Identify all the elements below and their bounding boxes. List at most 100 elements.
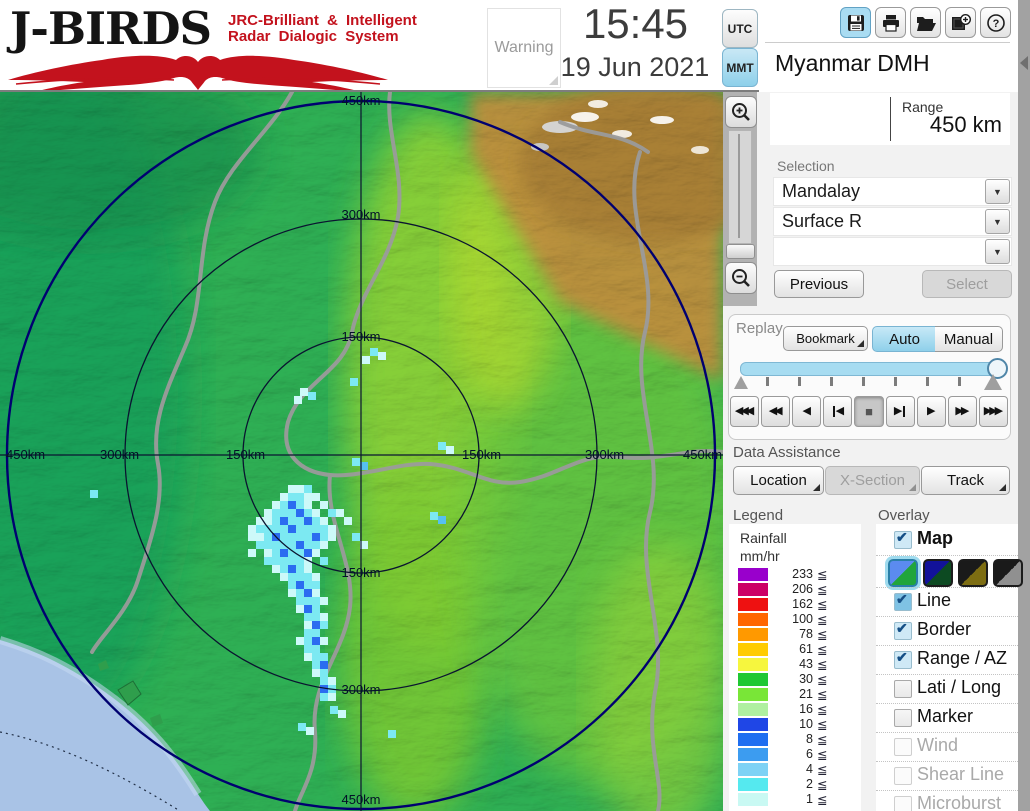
print-icon bbox=[882, 14, 899, 32]
print-button[interactable] bbox=[875, 7, 906, 38]
map-checkbox[interactable] bbox=[894, 529, 912, 549]
slider-tick bbox=[830, 377, 833, 386]
timezone-utc-button[interactable]: UTC bbox=[722, 9, 758, 48]
range-value: 450 km bbox=[929, 112, 1002, 137]
legend-swatch bbox=[738, 688, 768, 701]
svg-text:450km: 450km bbox=[6, 447, 45, 462]
legend-panel: Rainfall mm/hr 233 ≦ 206 ≦ 162 ≦ 100 ≦ 78 ≦ 6… bbox=[729, 524, 861, 811]
select-button[interactable]: Select bbox=[922, 270, 1012, 298]
svg-text:300km: 300km bbox=[341, 207, 380, 222]
previous-label: Previous bbox=[789, 275, 849, 293]
svg-text:450km: 450km bbox=[341, 93, 380, 108]
open-folder-icon bbox=[916, 16, 936, 31]
radar-map[interactable]: 450km 300km 150km 450km 300km 150km 150k… bbox=[0, 52, 780, 811]
map-style-swatch-2[interactable] bbox=[923, 559, 953, 587]
fastest-forward-button[interactable]: ▶▶▶ bbox=[978, 396, 1008, 427]
microburst-checkbox[interactable] bbox=[894, 796, 912, 811]
overlay-row-border: Border bbox=[876, 616, 1018, 646]
step-back-icon bbox=[832, 406, 835, 417]
app-logo-subtitle: JRC-Brilliant & Intelligent Radar Dialog… bbox=[228, 13, 417, 45]
legend-row: 100 ≦ bbox=[729, 612, 861, 627]
svg-text:150km: 150km bbox=[341, 329, 380, 344]
legend-swatch bbox=[738, 643, 768, 656]
map-style-swatch-3[interactable] bbox=[958, 559, 988, 587]
xsection-button[interactable]: X-Section bbox=[825, 466, 920, 495]
fast-forward-icon: ▶▶ bbox=[955, 405, 969, 417]
overlay-row-line: Line bbox=[876, 587, 1018, 617]
previous-button[interactable]: Previous bbox=[774, 270, 864, 298]
stop-button[interactable]: ■ bbox=[854, 396, 884, 427]
app-logo-title: J-BIRDS bbox=[10, 2, 212, 55]
play-reverse-button[interactable]: ◀ bbox=[792, 396, 822, 427]
radar-map-canvas[interactable]: 450km 300km 150km 450km 300km 150km 150k… bbox=[0, 52, 780, 811]
overlay-row-marker: Marker bbox=[876, 703, 1018, 733]
legend-row: 78 ≦ bbox=[729, 627, 861, 642]
track-button[interactable]: Track bbox=[921, 466, 1010, 495]
replay-slider-track[interactable] bbox=[740, 362, 998, 376]
slider-tick bbox=[958, 377, 961, 386]
playback-controls: ◀◀◀ ◀◀ ◀ ◀ ■ ▶ ▶ ▶▶ ▶▶▶ bbox=[729, 396, 1009, 427]
option-dropdown[interactable]: ▼ bbox=[773, 237, 1012, 266]
range-az-label: Range / AZ bbox=[917, 648, 1008, 668]
border-label: Border bbox=[917, 619, 972, 639]
zoom-slider-track[interactable] bbox=[728, 130, 752, 244]
clock-time: 15:45 bbox=[582, 0, 689, 47]
timezone-mmt-button[interactable]: MMT bbox=[722, 48, 758, 87]
legend-swatch bbox=[738, 628, 768, 641]
product-dropdown-value: Surface R bbox=[782, 211, 863, 231]
play-button[interactable]: ▶ bbox=[916, 396, 946, 427]
toolbar-divider bbox=[765, 42, 1010, 43]
svg-text:150km: 150km bbox=[462, 447, 501, 462]
slider-tick bbox=[926, 377, 929, 386]
chevron-down-icon[interactable]: ▼ bbox=[985, 209, 1010, 234]
auto-mode-button[interactable]: Auto bbox=[872, 326, 937, 352]
chevron-down-icon[interactable]: ▼ bbox=[985, 179, 1010, 204]
map-style-swatch-1[interactable] bbox=[888, 559, 918, 587]
line-checkbox[interactable] bbox=[894, 591, 912, 611]
zoom-in-button[interactable] bbox=[725, 96, 757, 128]
logo-subtitle-line1: JRC-Brilliant & Intelligent bbox=[228, 12, 417, 29]
fastest-rewind-button[interactable]: ◀◀◀ bbox=[730, 396, 760, 427]
border-checkbox[interactable] bbox=[894, 620, 912, 640]
manual-mode-button[interactable]: Manual bbox=[935, 326, 1003, 352]
location-button[interactable]: Location bbox=[733, 466, 824, 495]
panel-collapse-arrow-icon[interactable] bbox=[1020, 56, 1028, 70]
save-button[interactable] bbox=[840, 7, 871, 38]
legend-section-label: Legend bbox=[733, 507, 784, 524]
shear-line-checkbox[interactable] bbox=[894, 767, 912, 785]
fast-rewind-button[interactable]: ◀◀ bbox=[761, 396, 791, 427]
add-image-button[interactable] bbox=[945, 7, 976, 38]
fast-forward-button[interactable]: ▶▶ bbox=[947, 396, 977, 427]
slider-tick bbox=[862, 377, 865, 386]
header-divider bbox=[0, 90, 759, 92]
microburst-label: Microburst bbox=[917, 793, 1002, 811]
range-start-marker[interactable] bbox=[734, 376, 748, 389]
range-az-checkbox[interactable] bbox=[894, 649, 912, 669]
utc-label: UTC bbox=[727, 21, 753, 36]
product-dropdown[interactable]: Surface R ▼ bbox=[773, 207, 1012, 236]
wind-checkbox[interactable] bbox=[894, 738, 912, 756]
marker-checkbox[interactable] bbox=[894, 709, 912, 727]
play-icon: ▶ bbox=[926, 405, 936, 417]
step-forward-icon: ▶ bbox=[893, 405, 903, 417]
fastest-forward-icon: ▶▶▶ bbox=[983, 405, 1003, 417]
chevron-down-icon[interactable]: ▼ bbox=[985, 239, 1010, 264]
map-style-row bbox=[876, 555, 1023, 588]
manual-label: Manual bbox=[943, 330, 994, 348]
open-folder-button[interactable] bbox=[910, 7, 941, 38]
step-back-button[interactable]: ◀ bbox=[823, 396, 853, 427]
map-style-swatch-4[interactable] bbox=[993, 559, 1023, 587]
warning-label: Warning bbox=[494, 39, 554, 56]
panel-collapse-strip[interactable] bbox=[1018, 0, 1030, 811]
legend-row: 2 ≦ bbox=[729, 777, 861, 792]
lati-long-checkbox[interactable] bbox=[894, 680, 912, 698]
help-button[interactable]: ? bbox=[980, 7, 1011, 38]
step-forward-icon-bar bbox=[903, 406, 906, 417]
legend-row: 61 ≦ bbox=[729, 642, 861, 657]
zoom-out-button[interactable] bbox=[725, 262, 757, 294]
site-dropdown[interactable]: Mandalay ▼ bbox=[773, 177, 1012, 206]
range-end-marker[interactable] bbox=[984, 374, 1002, 390]
step-forward-button[interactable]: ▶ bbox=[885, 396, 915, 427]
bookmark-button[interactable]: Bookmark bbox=[783, 326, 868, 351]
zoom-slider-handle[interactable] bbox=[726, 244, 755, 259]
